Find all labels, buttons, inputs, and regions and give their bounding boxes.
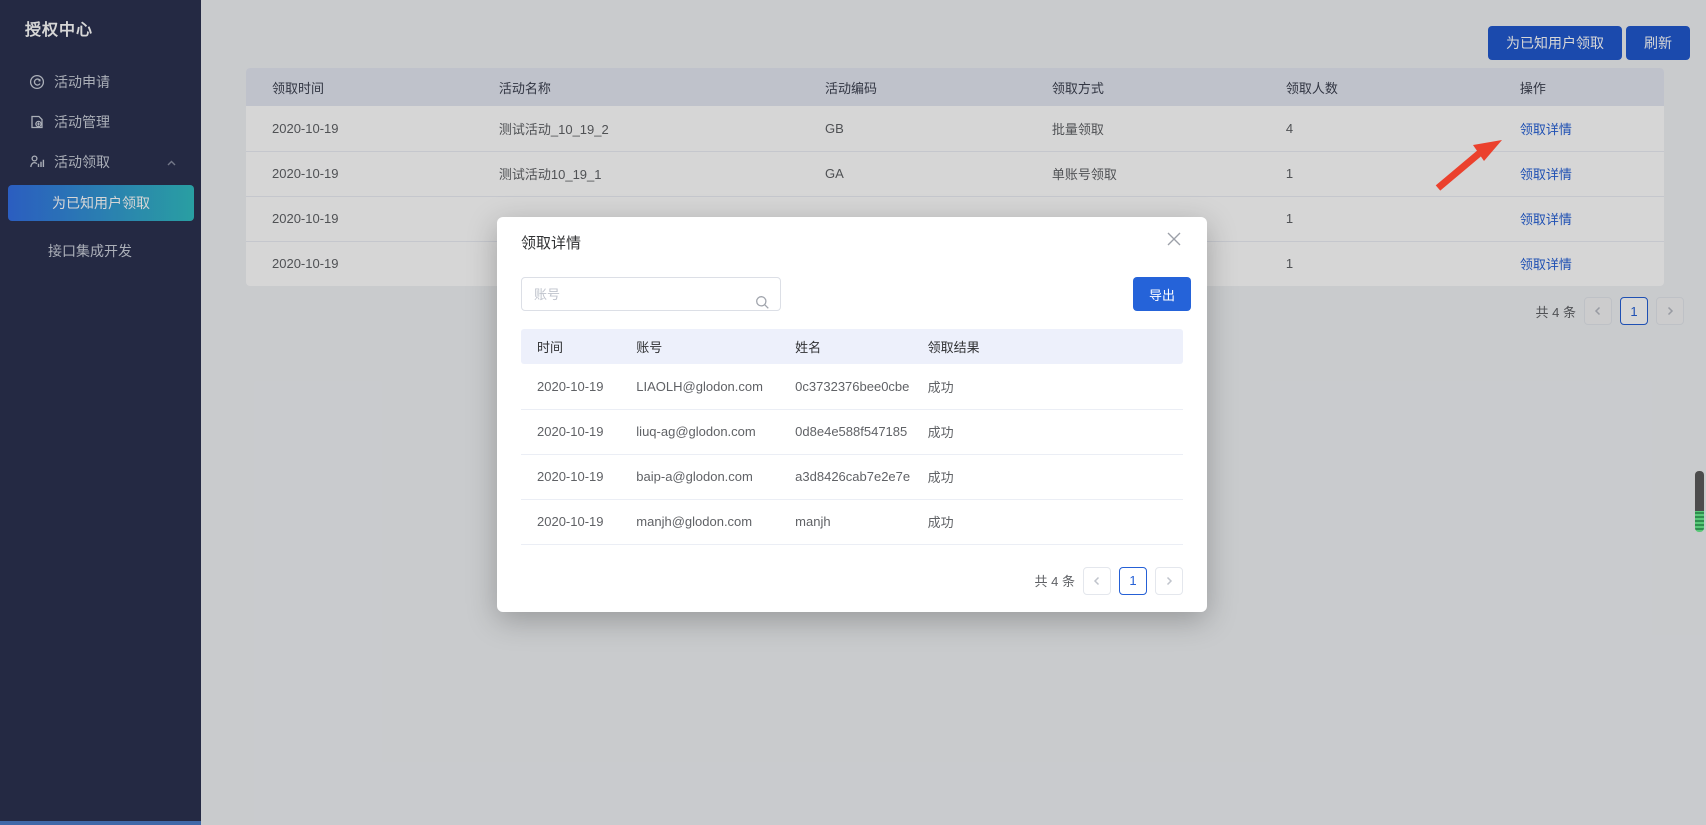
cell-time: 2020-10-19 — [521, 409, 620, 454]
dialog-table-wrap: 时间 账号 姓名 领取结果 2020-10-19 LIAOLH@glodon.c… — [521, 329, 1183, 545]
cell-result: 成功 — [912, 409, 1183, 454]
cell-account: LIAOLH@glodon.com — [620, 364, 779, 409]
cell-result: 成功 — [912, 364, 1183, 409]
cell-result: 成功 — [912, 454, 1183, 499]
column-header: 账号 — [620, 329, 779, 364]
account-search-input[interactable] — [521, 277, 781, 311]
dialog-header: 领取详情 — [497, 217, 1207, 253]
app-window: 授权中心 活动申请 活动管理 — [0, 0, 1706, 825]
search-icon — [755, 295, 770, 310]
column-header: 姓名 — [779, 329, 911, 364]
scrollbar-thumb — [1695, 471, 1704, 511]
column-header: 领取结果 — [912, 329, 1183, 364]
dialog-close-button[interactable] — [1165, 231, 1183, 249]
dialog-pagination-next-button[interactable] — [1155, 567, 1183, 595]
dialog-title: 领取详情 — [521, 235, 581, 252]
dialog-table-row: 2020-10-19 baip-a@glodon.com a3d8426cab7… — [521, 454, 1183, 499]
dialog-table-row: 2020-10-19 liuq-ag@glodon.com 0d8e4e588f… — [521, 409, 1183, 454]
dialog-table-header-row: 时间 账号 姓名 领取结果 — [521, 329, 1183, 364]
dialog-pagination-page-button[interactable]: 1 — [1119, 567, 1147, 595]
cell-name: a3d8426cab7e2e7e — [779, 454, 911, 499]
scrollbar-progress — [1695, 511, 1704, 533]
cell-name: 0c3732376bee0cbe — [779, 364, 911, 409]
cell-account: baip-a@glodon.com — [620, 454, 779, 499]
pagination-total: 共 4 条 — [1035, 571, 1075, 590]
dialog-table-row: 2020-10-19 manjh@glodon.com manjh 成功 — [521, 499, 1183, 544]
scrollbar-indicator[interactable] — [1694, 470, 1705, 533]
chevron-right-icon — [1164, 576, 1174, 586]
cell-name: 0d8e4e588f547185 — [779, 409, 911, 454]
dialog-pagination: 共 4 条 1 — [521, 567, 1183, 595]
close-icon — [1166, 231, 1182, 247]
cell-name: manjh — [779, 499, 911, 544]
claim-details-dialog: 领取详情 导出 — [497, 217, 1207, 612]
cell-account: manjh@glodon.com — [620, 499, 779, 544]
cell-time: 2020-10-19 — [521, 454, 620, 499]
dialog-search-row: 导出 — [521, 277, 1183, 311]
cell-result: 成功 — [912, 499, 1183, 544]
chevron-left-icon — [1092, 576, 1102, 586]
cell-time: 2020-10-19 — [521, 364, 620, 409]
export-button[interactable]: 导出 — [1133, 277, 1191, 311]
cell-account: liuq-ag@glodon.com — [620, 409, 779, 454]
cell-time: 2020-10-19 — [521, 499, 620, 544]
dialog-pagination-prev-button[interactable] — [1083, 567, 1111, 595]
dialog-table-row: 2020-10-19 LIAOLH@glodon.com 0c3732376be… — [521, 364, 1183, 409]
red-arrow-annotation — [1420, 120, 1520, 210]
column-header: 时间 — [521, 329, 620, 364]
claim-details-table: 时间 账号 姓名 领取结果 2020-10-19 LIAOLH@glodon.c… — [521, 329, 1183, 545]
